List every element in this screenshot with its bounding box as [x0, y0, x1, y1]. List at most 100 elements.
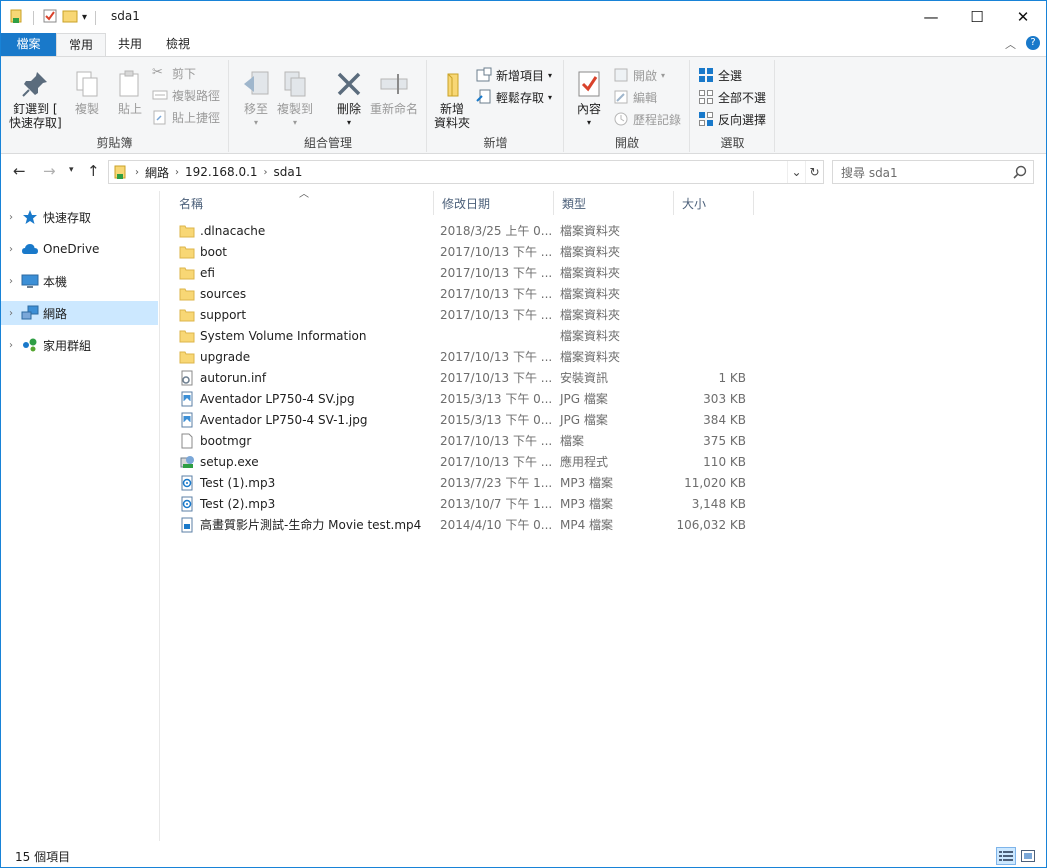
select-all-icon: [699, 68, 713, 82]
tab-view[interactable]: 檢視: [154, 33, 202, 56]
up-arrow-icon[interactable]: ↑: [87, 162, 100, 180]
expand-ribbon-chevron-icon[interactable]: ︿: [1005, 36, 1016, 52]
recent-locations-chevron-icon[interactable]: ▾: [69, 165, 74, 175]
new-folder-button[interactable]: 新增 資料夾: [434, 68, 470, 130]
expand-chevron-icon[interactable]: ›: [1, 340, 21, 351]
table-row[interactable]: setup.exe 2017/10/13 下午 ... 應用程式 110 KB: [171, 451, 751, 472]
file-type: 檔案: [560, 434, 585, 448]
tab-share[interactable]: 共用: [106, 33, 154, 56]
help-icon[interactable]: ?: [1026, 36, 1040, 50]
invert-selection-icon: [699, 112, 713, 126]
table-row[interactable]: Aventador LP750-4 SV.jpg 2015/3/13 下午 0..…: [171, 388, 751, 409]
table-row[interactable]: Aventador LP750-4 SV-1.jpg 2015/3/13 下午 0…: [171, 409, 751, 430]
expand-chevron-icon[interactable]: ›: [1, 212, 21, 223]
file-name-cell: efi: [179, 265, 434, 281]
paste-shortcut-button[interactable]: 貼上捷徑: [152, 107, 220, 127]
table-row[interactable]: 高畫質影片測試-生命力 Movie test.mp4 2014/4/10 下午 0…: [171, 514, 751, 535]
select-none-button[interactable]: 全部不選: [698, 87, 766, 107]
move-to-button[interactable]: 移至 ▾: [240, 68, 272, 130]
item-count: 15 個項目: [15, 849, 71, 864]
table-row[interactable]: Test (1).mp3 2013/7/23 下午 1... MP3 檔案 11,02…: [171, 472, 751, 493]
sidebar-item-network[interactable]: › 網路: [1, 301, 158, 325]
table-row[interactable]: .dlnacache 2018/3/25 上午 0... 檔案資料夾: [171, 220, 751, 241]
breadcrumb-sda1[interactable]: sda1: [274, 165, 303, 179]
minimize-button[interactable]: —: [908, 1, 954, 33]
properties-qat-icon[interactable]: [42, 8, 58, 27]
copy-to-button[interactable]: 複製到 ▾: [277, 68, 313, 130]
column-header-size[interactable]: 大小: [674, 191, 754, 215]
forward-arrow-icon[interactable]: →: [43, 162, 56, 180]
copy-button[interactable]: 複製: [71, 68, 103, 116]
explorer-window: ▾ sda1 — ☐ ✕ 檔案 常用 共用 檢視 ︿ ? 釘選到 [ 快速存取]: [0, 0, 1047, 868]
expand-chevron-icon[interactable]: ›: [1, 276, 21, 287]
table-row[interactable]: upgrade 2017/10/13 下午 ... 檔案資料夾: [171, 346, 751, 367]
customize-qat-chevron-icon[interactable]: ▾: [82, 12, 87, 23]
table-row[interactable]: autorun.inf 2017/10/13 下午 ... 安裝資訊 1 KB: [171, 367, 751, 388]
table-row[interactable]: bootmgr 2017/10/13 下午 ... 檔案 375 KB: [171, 430, 751, 451]
new-group-label: 新增: [483, 136, 508, 150]
table-row[interactable]: sources 2017/10/13 下午 ... 檔案資料夾: [171, 283, 751, 304]
sidebar-item-homegroup[interactable]: › 家用群組: [1, 333, 158, 357]
easy-access-button[interactable]: 輕鬆存取 ▾: [476, 87, 552, 107]
search-icon[interactable]: [1013, 165, 1027, 179]
open-button[interactable]: 開啟 ▾: [613, 65, 665, 85]
pin-label-2: 快速存取]: [9, 116, 62, 130]
app-folder-icon[interactable]: [9, 8, 25, 27]
select-group: 全選 全部不選 反向選擇 選取: [691, 60, 775, 152]
table-row[interactable]: efi 2017/10/13 下午 ... 檔案資料夾: [171, 262, 751, 283]
file-date: 2017/10/13 下午 ...: [440, 245, 552, 259]
column-header-date[interactable]: 修改日期: [434, 191, 554, 215]
invert-selection-button[interactable]: 反向選擇: [698, 109, 766, 129]
tab-file[interactable]: 檔案: [1, 33, 56, 56]
open-icon: [614, 68, 628, 82]
new-item-button[interactable]: 新增項目 ▾: [476, 65, 552, 85]
file-name-cell: upgrade: [179, 349, 434, 365]
details-view-button[interactable]: [996, 847, 1016, 865]
address-dropdown-chevron-icon[interactable]: ⌄: [787, 161, 805, 183]
large-icons-view-button[interactable]: [1018, 847, 1038, 865]
sort-ascending-icon: ︿: [299, 189, 309, 200]
new-folder-label-1: 新增: [440, 102, 465, 116]
refresh-icon[interactable]: ↻: [805, 161, 823, 183]
tab-home[interactable]: 常用: [56, 33, 107, 56]
address-bar[interactable]: › 網路 › 192.168.0.1 › sda1 ⌄ ↻: [108, 160, 824, 184]
maximize-button[interactable]: ☐: [954, 1, 1000, 33]
sidebar-item-this-pc[interactable]: › 本機: [1, 269, 158, 293]
select-all-button[interactable]: 全選: [698, 65, 742, 85]
cut-button[interactable]: ✂ 剪下: [152, 63, 196, 83]
column-header-type[interactable]: 類型: [554, 191, 674, 215]
table-row[interactable]: boot 2017/10/13 下午 ... 檔案資料夾: [171, 241, 751, 262]
search-input[interactable]: 搜尋 sda1: [832, 160, 1034, 184]
breadcrumb-chevron-icon[interactable]: ›: [175, 167, 179, 178]
history-button[interactable]: 歷程記錄: [613, 109, 681, 129]
table-row[interactable]: support 2017/10/13 下午 ... 檔案資料夾: [171, 304, 751, 325]
file-type: 應用程式: [560, 455, 609, 469]
paste-button[interactable]: 貼上: [114, 68, 146, 116]
breadcrumb-network[interactable]: 網路: [145, 164, 169, 181]
sidebar-item-onedrive[interactable]: › OneDrive: [1, 237, 158, 261]
expand-chevron-icon[interactable]: ›: [1, 244, 21, 255]
close-button[interactable]: ✕: [1000, 1, 1046, 33]
pin-to-quick-access-button[interactable]: 釘選到 [ 快速存取]: [9, 68, 62, 130]
edit-button[interactable]: 編輯: [613, 87, 657, 107]
delete-button[interactable]: 刪除 ▾: [333, 68, 365, 130]
breadcrumb-host[interactable]: 192.168.0.1: [185, 165, 258, 179]
rename-button[interactable]: 重新命名: [370, 68, 418, 116]
column-header-name[interactable]: ︿ 名稱: [171, 189, 434, 215]
copy-path-button[interactable]: 複製路徑: [152, 85, 220, 105]
file-type: 檔案資料夾: [560, 224, 621, 238]
new-folder-qat-icon[interactable]: [62, 8, 78, 27]
back-arrow-icon[interactable]: ←: [13, 162, 26, 180]
table-row[interactable]: System Volume Information 檔案資料夾: [171, 325, 751, 346]
properties-button[interactable]: 內容 ▾: [573, 68, 605, 130]
breadcrumb-chevron-icon[interactable]: ›: [264, 167, 268, 178]
table-row[interactable]: Test (2).mp3 2013/10/7 下午 1... MP3 檔案 3,148…: [171, 493, 751, 514]
file-type: 安裝資訊: [560, 371, 609, 385]
breadcrumb-chevron-icon[interactable]: ›: [135, 167, 139, 178]
expand-chevron-icon[interactable]: ›: [1, 308, 21, 319]
sidebar-item-quick-access[interactable]: › 快速存取: [1, 205, 158, 229]
rename-icon: [380, 74, 408, 94]
folder-icon: [179, 330, 195, 342]
file-name-cell: autorun.inf: [179, 370, 434, 386]
file-date: 2018/3/25 上午 0...: [440, 224, 552, 238]
